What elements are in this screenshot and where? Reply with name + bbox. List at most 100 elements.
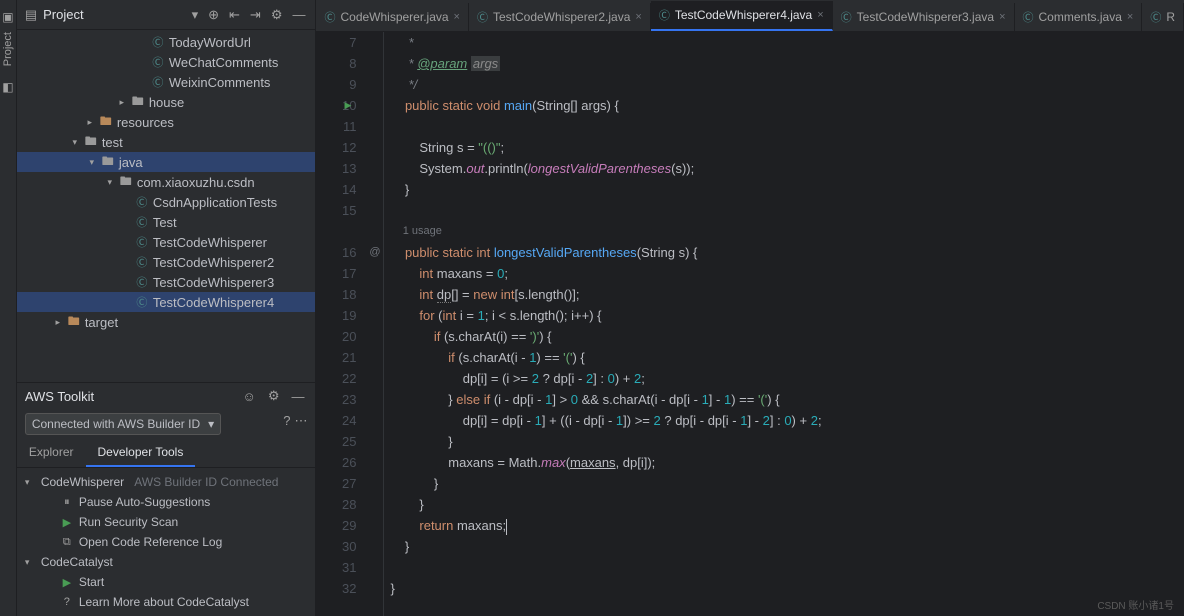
line-number[interactable]: 28 (316, 494, 356, 515)
code-line[interactable] (390, 557, 1184, 578)
line-number[interactable]: 13 (316, 158, 356, 179)
aws-settings-icon[interactable]: ⚙ (265, 387, 283, 405)
tree-arrow-icon[interactable]: ▾ (87, 157, 97, 168)
line-number[interactable]: 26 (316, 452, 356, 473)
line-number[interactable]: 25 (316, 431, 356, 452)
override-gutter-icon[interactable] (366, 305, 383, 326)
code-line[interactable]: return maxans; (390, 515, 1184, 536)
tree-arrow-icon[interactable]: ▾ (105, 177, 115, 188)
override-gutter-icon[interactable] (366, 116, 383, 137)
override-gutter-icon[interactable]: @ (366, 242, 383, 263)
run-gutter-icon[interactable]: ▶ (344, 95, 351, 116)
line-number[interactable]: 30 (316, 536, 356, 557)
tree-item-testcodewhisperer4[interactable]: ⒸTestCodeWhisperer4 (17, 292, 316, 312)
code-line[interactable]: } (390, 473, 1184, 494)
aws-item-run-security-scan[interactable]: ▶Run Security Scan (17, 512, 316, 532)
code-line[interactable]: int dp[] = new int[s.length()]; (390, 284, 1184, 305)
line-number[interactable]: 8 (316, 53, 356, 74)
override-gutter-icon[interactable] (366, 284, 383, 305)
tree-arrow-icon[interactable]: ▾ (70, 137, 80, 148)
expand-icon[interactable]: ⇤ (227, 5, 242, 25)
aws-hide-icon[interactable]: — (288, 388, 307, 405)
code-line[interactable]: * (390, 32, 1184, 53)
override-gutter-icon[interactable] (366, 389, 383, 410)
code-line[interactable]: } (390, 494, 1184, 515)
aws-item-open-code-reference-log[interactable]: ⧉Open Code Reference Log (17, 532, 316, 552)
line-number[interactable]: 24 (316, 410, 356, 431)
editor-tab-comments-java[interactable]: ⒸComments.java× (1015, 3, 1143, 31)
project-view-icon[interactable]: ▤ (25, 7, 37, 23)
project-rail-label[interactable]: Project (2, 32, 14, 66)
override-gutter-icon[interactable] (366, 515, 383, 536)
aws-item-learn-more-about-codecatalyst[interactable]: ?Learn More about CodeCatalyst (17, 592, 316, 612)
line-number[interactable]: 15 (316, 200, 356, 221)
aws-item-start[interactable]: ▶Start (17, 572, 316, 592)
code-line[interactable]: dp[i] = dp[i - 1] + ((i - dp[i - 1]) >= … (390, 410, 1184, 431)
code-line[interactable]: } (390, 179, 1184, 200)
override-gutter-icon[interactable] (366, 137, 383, 158)
line-number[interactable]: 27 (316, 473, 356, 494)
settings-icon[interactable]: ⚙ (269, 5, 285, 25)
code-line[interactable]: maxans = Math.max(maxans, dp[i]); (390, 452, 1184, 473)
line-number[interactable]: 19 (316, 305, 356, 326)
tree-item-com-xiaoxuzhu-csdn[interactable]: ▾🖿com.xiaoxuzhu.csdn (17, 172, 316, 192)
close-icon[interactable]: × (999, 11, 1005, 23)
code-area[interactable]: 78910▶1112131415161718192021222324252627… (316, 32, 1184, 616)
code-line[interactable]: if (s.charAt(i - 1) == '(') { (390, 347, 1184, 368)
tree-item-java[interactable]: ▾🖿java (17, 152, 316, 172)
project-tree[interactable]: ⒸTodayWordUrlⒸWeChatCommentsⒸWeixinComme… (17, 30, 316, 382)
code-content[interactable]: * * @param args */ public static void ma… (384, 32, 1184, 616)
aws-item-codewhisperer[interactable]: ▾CodeWhispererAWS Builder ID Connected (17, 472, 316, 492)
collapse-icon[interactable]: ⇥ (248, 5, 263, 25)
code-line[interactable] (390, 200, 1184, 221)
tree-arrow-icon[interactable]: ▸ (117, 97, 127, 108)
line-number[interactable]: 7 (316, 32, 356, 53)
override-gutter-icon[interactable] (366, 263, 383, 284)
code-line[interactable]: public static int longestValidParenthese… (390, 242, 1184, 263)
tree-arrow-icon[interactable]: ▸ (85, 117, 95, 128)
tool-window-rail[interactable]: ▣ Project ◧ (0, 0, 17, 616)
fold-gutter[interactable]: @ (366, 32, 384, 616)
project-label[interactable]: Project (43, 7, 183, 22)
tree-item-wechatcomments[interactable]: ⒸWeChatComments (17, 52, 316, 72)
aws-help-icon[interactable]: ? (283, 413, 290, 428)
line-number[interactable]: 21 (316, 347, 356, 368)
code-line[interactable]: String s = "(()"; (390, 137, 1184, 158)
code-line[interactable]: } (390, 431, 1184, 452)
override-gutter-icon[interactable] (366, 326, 383, 347)
tree-item-testcodewhisperer3[interactable]: ⒸTestCodeWhisperer3 (17, 272, 316, 292)
editor-tab-testcodewhisperer3-java[interactable]: ⒸTestCodeWhisperer3.java× (833, 3, 1015, 31)
override-gutter-icon[interactable] (366, 431, 383, 452)
override-gutter-icon[interactable] (366, 536, 383, 557)
code-line[interactable]: int maxans = 0; (390, 263, 1184, 284)
line-number[interactable]: 31 (316, 557, 356, 578)
code-line[interactable]: } else if (i - dp[i - 1] > 0 && s.charAt… (390, 389, 1184, 410)
tree-item-weixincomments[interactable]: ⒸWeixinComments (17, 72, 316, 92)
override-gutter-icon[interactable] (366, 578, 383, 599)
code-line[interactable]: System.out.println(longestValidParenthes… (390, 158, 1184, 179)
override-gutter-icon[interactable] (366, 347, 383, 368)
override-gutter-icon[interactable] (366, 179, 383, 200)
code-line[interactable]: public static void main(String[] args) { (390, 95, 1184, 116)
tree-item-testcodewhisperer2[interactable]: ⒸTestCodeWhisperer2 (17, 252, 316, 272)
editor-tab-codewhisperer-java[interactable]: ⒸCodeWhisperer.java× (316, 3, 469, 31)
code-line[interactable]: dp[i] = (i >= 2 ? dp[i - 2] : 0) + 2; (390, 368, 1184, 389)
line-number[interactable]: 10▶ (316, 95, 356, 116)
override-gutter-icon[interactable] (366, 74, 383, 95)
tree-item-todaywordurl[interactable]: ⒸTodayWordUrl (17, 32, 316, 52)
line-number[interactable]: 16 (316, 242, 356, 263)
hide-icon[interactable]: — (290, 5, 307, 24)
override-gutter-icon[interactable] (366, 32, 383, 53)
editor-tab-r[interactable]: ⒸR (1142, 3, 1184, 31)
code-line[interactable]: * @param args (390, 53, 1184, 74)
code-line[interactable]: if (s.charAt(i) == ')') { (390, 326, 1184, 347)
code-line[interactable]: for (int i = 1; i < s.length(); i++) { (390, 305, 1184, 326)
override-gutter-icon[interactable] (366, 53, 383, 74)
feedback-icon[interactable]: ☺ (240, 388, 259, 405)
override-gutter-icon[interactable] (366, 95, 383, 116)
override-gutter-icon[interactable] (366, 452, 383, 473)
line-number[interactable]: 18 (316, 284, 356, 305)
usage-hint[interactable]: 1 usage (390, 221, 1184, 242)
line-number[interactable]: 12 (316, 137, 356, 158)
tree-item-house[interactable]: ▸🖿house (17, 92, 316, 112)
